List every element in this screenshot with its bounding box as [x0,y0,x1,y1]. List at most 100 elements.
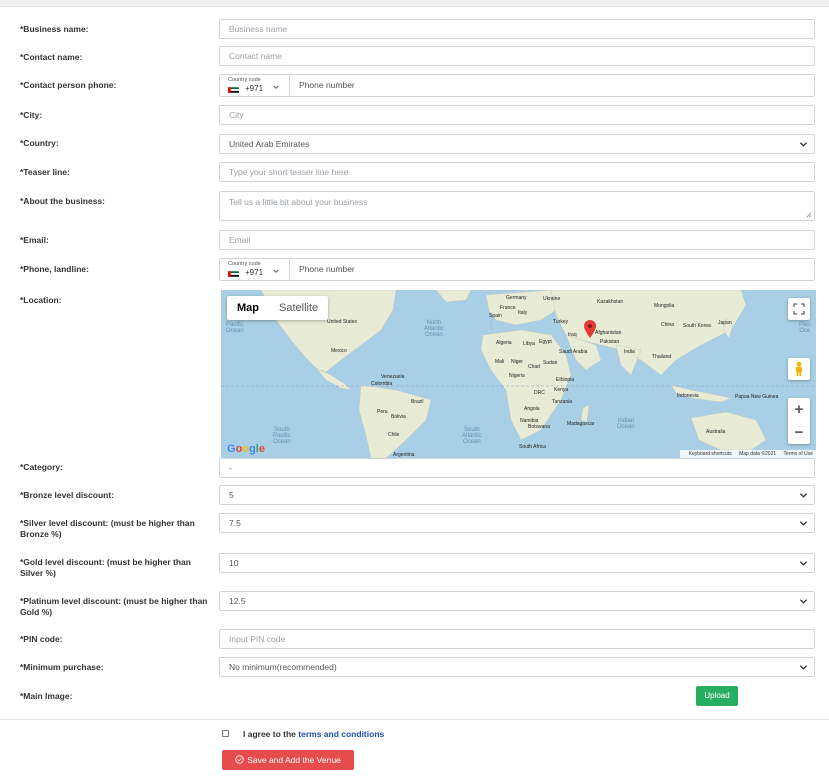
min-purchase-value: No minimum(recommended) [229,662,337,672]
location-pin-icon[interactable] [584,320,596,338]
country-label: Kenya [554,387,569,393]
country-code-label: Country code [228,77,261,83]
contact-phone-input[interactable]: Phone number [299,80,355,90]
min-purchase-label: *Minimum purchase: [20,662,104,672]
uae-flag-icon [228,271,239,277]
zoom-in-button[interactable]: + [788,398,810,421]
platinum-select[interactable]: 12.5 [219,591,815,611]
chevron-down-icon [799,493,808,498]
check-circle-icon [235,755,244,764]
country-label: Venezuela [381,374,405,380]
category-select-value: - [229,463,232,473]
bronze-select[interactable]: 5 [219,485,815,505]
country-label: Pakistan [600,339,620,345]
footer-divider [0,719,829,720]
landline-label: *Phone, landline: [20,264,89,274]
terms-of-use-link[interactable]: Terms of Use [784,451,813,457]
contact-name-input[interactable]: Contact name [219,46,815,66]
map-type-satellite-tab[interactable]: Satellite [269,296,328,320]
zoom-control: + − [788,398,810,444]
save-venue-label: Save and Add the Venue [247,755,341,765]
teaser-input[interactable]: Type your short teaser line here [219,162,815,182]
country-label: Australia [706,429,726,435]
fullscreen-button[interactable] [788,298,810,320]
country-label: Chad [528,364,540,370]
country-label: Sudan [543,360,558,366]
teaser-label: *Teaser line: [20,167,70,177]
country-label: Algeria [496,340,512,346]
country-code-select[interactable]: Country code +971 [220,259,290,280]
country-label: Spain [489,313,502,319]
terms-checkbox[interactable] [222,730,229,737]
country-label: Nigeria [509,373,525,379]
country-label: China [661,322,675,328]
country-label: Afghanistan [595,330,622,336]
upload-button[interactable]: Upload [696,686,738,706]
keyboard-shortcuts-link[interactable]: Keyboard shortcuts [689,451,732,457]
country-label: DRC [534,390,545,396]
location-map[interactable]: NorthPacificOcean NorthAtlanticOcean Sou… [221,290,816,458]
ocean-south-atlantic: South Atlantic Ocean [462,427,482,445]
country-code-select[interactable]: Country code +971 [220,75,290,96]
about-label: *About the business: [20,196,106,206]
country-select[interactable]: United Arab Emirates [219,134,815,154]
country-label: Mexico [331,348,347,354]
country-code-value: +971 [245,268,264,277]
gold-label: *Gold level discount: (must be higher th… [20,557,191,578]
country-label: Bolivia [391,414,406,420]
country-label: Indonesia [677,393,699,399]
chevron-down-icon [799,521,808,526]
gold-select[interactable]: 10 [219,553,815,573]
map-type-map-tab[interactable]: Map [227,296,269,320]
country-label: South Korea [683,323,711,329]
save-venue-button[interactable]: Save and Add the Venue [222,750,354,770]
terms-prefix: I agree to the [243,729,296,739]
ocean-south-pacific: South Pacific Ocean [273,427,291,445]
map-attribution: Keyboard shortcuts Map data ©2021 Terms … [679,450,816,458]
country-label: Egypt [539,339,552,345]
chevron-down-icon [273,85,279,89]
terms-link[interactable]: terms and conditions [298,729,384,739]
street-view-pegman-button[interactable] [788,358,810,380]
country-label: Peru [377,409,388,415]
main-image-label: *Main Image: [20,691,73,701]
country-label: *Country: [20,138,59,148]
uae-flag-icon [228,87,239,93]
landline-field: Country code +971 Phone number [219,258,815,281]
ocean-indian: Indian Ocean [617,418,635,430]
about-textarea[interactable]: Tell us a little bit about your business [219,191,815,221]
chevron-down-icon [799,142,808,147]
email-input[interactable]: Email [219,230,815,250]
country-label: Tanzania [552,399,573,405]
country-label: Botswana [528,424,550,430]
pegman-icon [796,361,802,376]
country-label: Mongolia [654,303,675,309]
business-name-input[interactable]: Business name [219,19,815,39]
silver-select[interactable]: 7.5 [219,513,815,533]
resize-grip-icon[interactable] [805,211,812,218]
country-label: Libya [523,341,535,347]
contact-name-label: *Contact name: [20,52,83,62]
country-label: Angola [524,406,540,412]
zoom-out-button[interactable]: − [788,421,810,444]
bronze-label: *Bronze level discount: [20,490,114,500]
country-label: South Africa [519,444,546,450]
ocean-north-atlantic: North Atlantic Ocean [424,320,444,338]
city-label: *City: [20,110,43,120]
country-label: Colombia [371,381,393,387]
chevron-down-icon [799,665,808,670]
landline-input[interactable]: Phone number [299,264,355,274]
bronze-select-value: 5 [229,490,234,500]
pin-input[interactable]: Input PIN code [219,629,815,649]
country-label: Madagascar [567,421,595,427]
category-select[interactable]: - [219,458,815,478]
city-input[interactable]: City [219,105,815,125]
gold-select-value: 10 [229,558,239,568]
country-label: Japan [718,320,732,326]
country-label: India [624,349,635,355]
business-name-label: *Business name: [20,24,89,34]
country-label: Iraq [568,332,577,338]
country-label: Saudi Arabia [559,349,588,355]
min-purchase-select[interactable]: No minimum(recommended) [219,657,815,677]
country-label: Ethiopia [556,377,575,383]
